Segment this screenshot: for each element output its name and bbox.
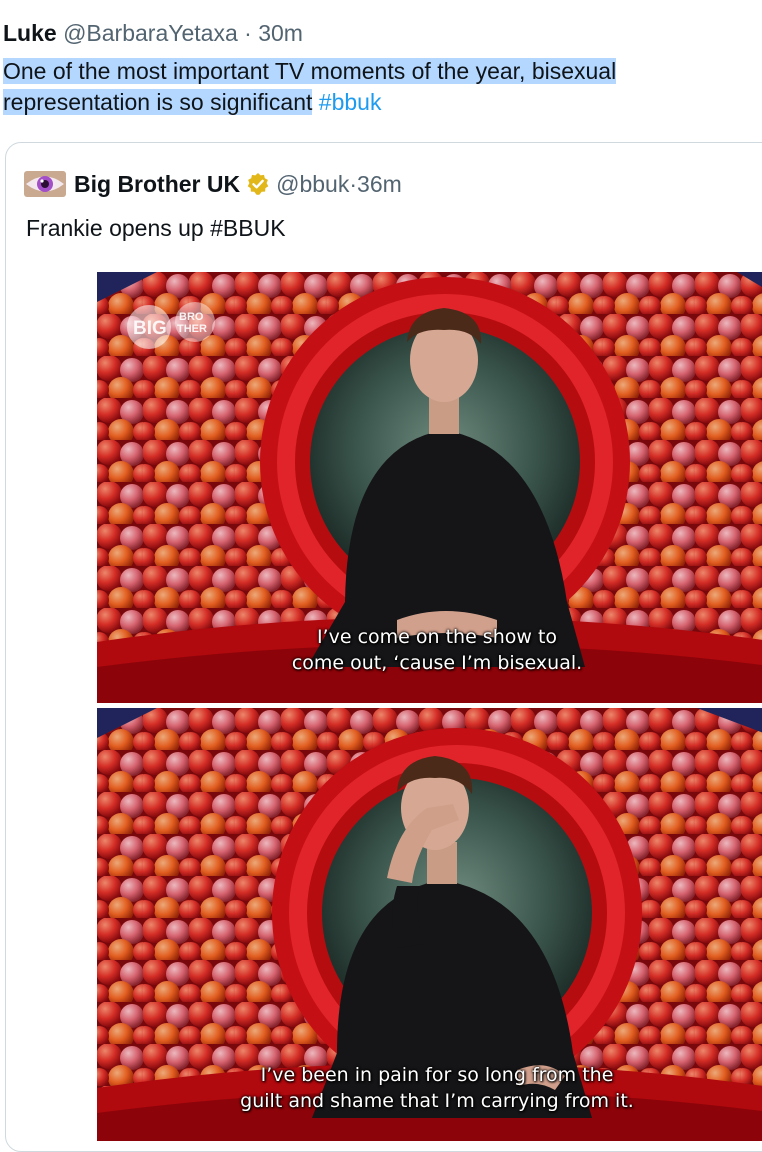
quoted-tweet-text: Frankie opens up #BBUK (26, 215, 286, 241)
svg-text:THER: THER (177, 323, 207, 335)
media-image-1[interactable]: BIG BRO THER I’ve come on the show to co… (97, 272, 762, 703)
quoted-tweet-header: Big Brother UK @bbuk · 36m (24, 167, 402, 201)
show-logo (127, 741, 171, 785)
separator: · (244, 20, 252, 46)
tweet-text: One of the most important TV moments of … (3, 56, 723, 118)
eye-icon[interactable] (24, 171, 66, 197)
subtitle-2: I’ve been in pain for so long from the g… (97, 1062, 762, 1114)
svg-text:BRO: BRO (179, 311, 204, 323)
quoted-timestamp[interactable]: 36m (357, 171, 402, 198)
subtitle-1-line1: I’ve come on the show to (316, 626, 558, 648)
subtitle-1: I’ve come on the show to come out, ‘caus… (97, 624, 762, 676)
tweet-text-line2: representation is so significant (3, 89, 313, 115)
subtitle-2-line1: I’ve been in pain for so long from the (260, 1064, 614, 1086)
author-handle[interactable]: @BarbaraYetaxa (63, 20, 238, 46)
tweet-text-line1: One of the most important TV moments of … (3, 58, 617, 84)
media-image-2[interactable]: I’ve been in pain for so long from the g… (97, 708, 762, 1141)
svg-text:BIG: BIG (133, 318, 167, 339)
quoted-author-name[interactable]: Big Brother UK (74, 171, 240, 198)
quoted-author-handle[interactable]: @bbuk (276, 171, 349, 198)
tweet-timestamp[interactable]: 30m (258, 20, 303, 46)
subtitle-1-line2: come out, ‘cause I’m bisexual. (291, 652, 583, 674)
quoted-tweet-card[interactable]: Big Brother UK @bbuk · 36m Frankie opens… (5, 142, 762, 1152)
tweet-header: Luke @BarbaraYetaxa · 30m (3, 18, 303, 48)
separator: · (349, 170, 358, 197)
hashtag-link[interactable]: #bbuk (319, 89, 382, 115)
verified-badge-icon (246, 172, 270, 196)
subtitle-2-line2: guilt and shame that I’m carrying from i… (240, 1090, 634, 1112)
author-name[interactable]: Luke (3, 20, 57, 46)
